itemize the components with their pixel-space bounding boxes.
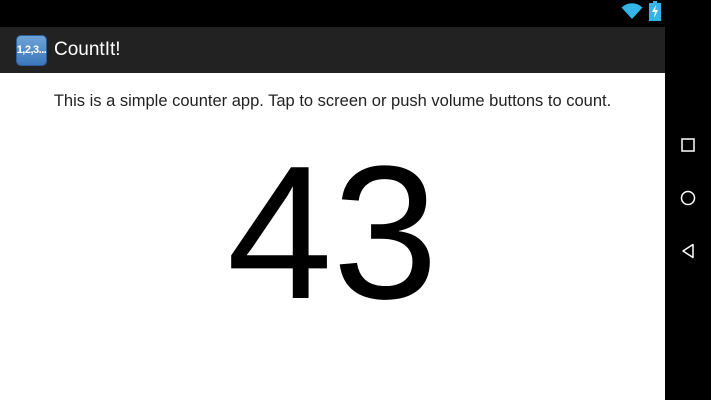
status-icons [621,0,661,26]
home-button[interactable] [665,180,711,220]
device-screen: 1,2,3... CountIt! This is a simple count… [0,0,711,400]
navigation-bar [665,0,711,400]
app-title: CountIt! [54,39,121,60]
wifi-icon [621,2,643,25]
back-button[interactable] [665,233,711,273]
instructions-text: This is a simple counter app. Tap to scr… [53,92,612,110]
back-icon [681,243,695,264]
action-bar: 1,2,3... CountIt! [0,27,665,73]
battery-charging-icon [649,0,661,26]
recents-button[interactable] [665,127,711,167]
recents-icon [681,137,695,157]
counter-tap-area[interactable]: This is a simple counter app. Tap to scr… [0,73,665,400]
count-display: 43 [226,127,439,339]
app-logo-icon: 1,2,3... [16,34,47,66]
status-bar [0,0,665,27]
home-icon [680,190,696,211]
